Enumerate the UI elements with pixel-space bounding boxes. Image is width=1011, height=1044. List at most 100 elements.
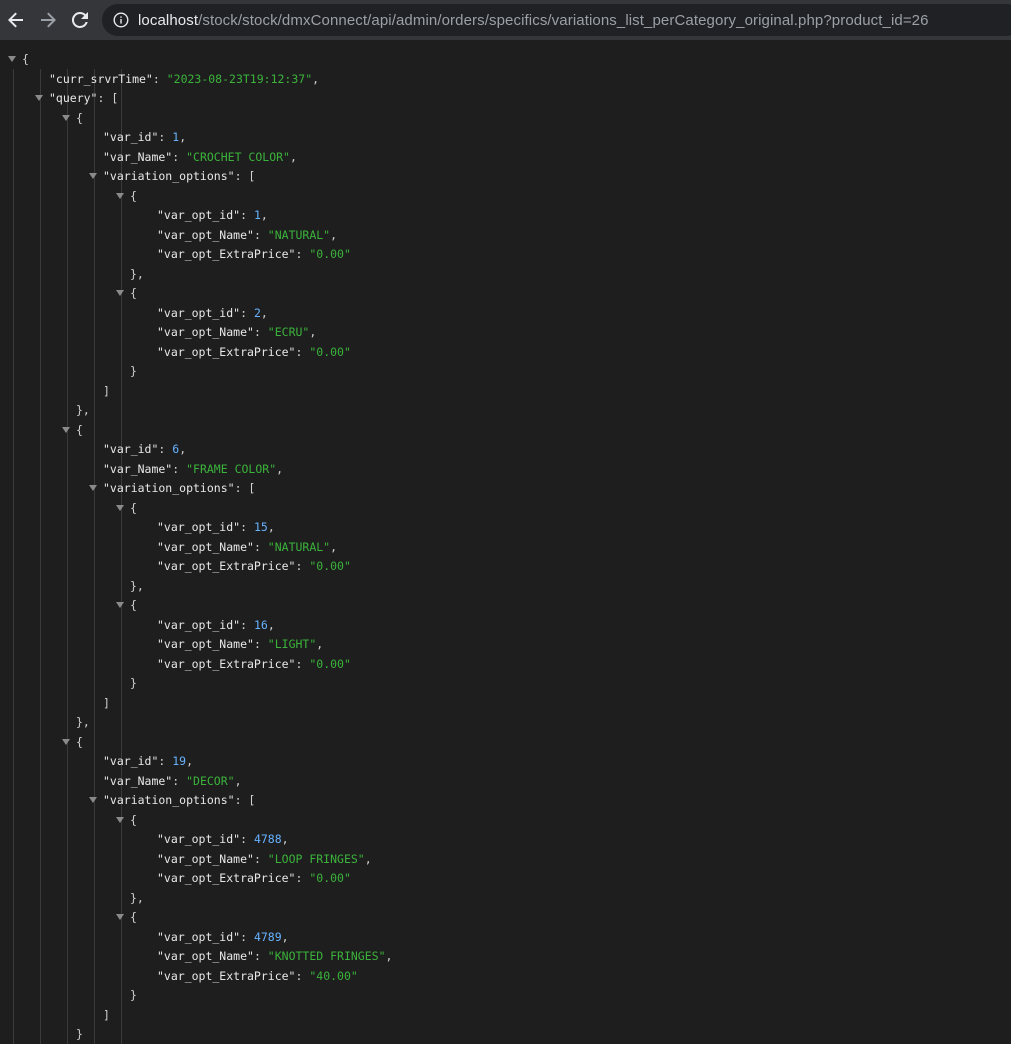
arrow-left-icon [8,12,23,28]
json-key: "var_opt_ExtraPrice" [157,344,296,359]
json-string: "KNOTTED FRINGES" [267,949,386,963]
json-key: "var_opt_ExtraPrice" [157,247,296,261]
json-line: { [130,810,137,830]
json-key: "var_opt_Name" [157,851,254,866]
collapse-toggle-icon[interactable] [8,56,16,62]
json-key: "query" [49,91,98,105]
json-punct: : [152,71,167,86]
json-string: "NATURAL" [267,227,331,242]
collapse-toggle-icon[interactable] [116,192,124,199]
forward-button[interactable] [36,8,60,32]
json-punct: : [ [97,91,119,105]
json-punct: : [172,149,187,164]
json-line: } [76,1024,83,1044]
json-punct: : [253,325,268,339]
json-punct: , [267,520,275,534]
collapse-toggle-icon[interactable] [116,290,124,296]
json-line: } [130,985,137,1005]
json-line: ] [103,1005,110,1025]
json-line: { [76,420,83,440]
json-line: "var_opt_Name": "LIGHT", [157,634,323,654]
json-punct: , [276,461,284,476]
json-key: "var_opt_Name" [157,949,254,963]
json-punct: ] [103,695,110,710]
json-line: "var_opt_Name": "NATURAL", [157,537,337,557]
json-line: } [130,361,137,381]
browser-toolbar: localhost/stock/stock/dmxConnect/api/adm… [0,0,1011,40]
json-viewer: { "curr_srvrTime": "2023-08-23T19:12:37",… [0,40,1011,1044]
json-line: "var_opt_id": 4788, [157,829,289,849]
collapse-toggle-icon[interactable] [35,95,43,101]
url-path: /stock/stock/dmxConnect/api/admin/orders… [198,11,929,29]
collapse-toggle-icon[interactable] [89,797,97,803]
json-punct: { [130,598,137,612]
collapse-toggle-icon[interactable] [89,173,97,179]
json-punct: : [295,871,310,885]
json-line: "curr_srvrTime": "2023-08-23T19:12:37", [49,69,319,89]
address-bar[interactable]: localhost/stock/stock/dmxConnect/api/adm… [102,4,1011,36]
json-punct: : [240,520,254,534]
json-punct: : [172,773,187,788]
json-punct: { [76,422,83,437]
json-punct: : [158,130,173,144]
json-key: "var_opt_id" [157,832,241,846]
json-punct: , [260,208,268,222]
json-line: "variation_options": [ [103,790,255,810]
json-line: { [22,49,29,69]
json-number: 15 [253,520,268,534]
json-punct: } [76,1027,83,1041]
json-string: "CROCHET COLOR" [186,149,290,164]
json-line: "var_opt_Name": "ECRU", [157,322,316,342]
json-punct: : [295,968,310,983]
collapse-toggle-icon[interactable] [116,602,124,608]
json-punct: : [240,208,254,222]
arrow-right-icon [41,12,56,28]
json-number: 2 [253,305,261,320]
collapse-toggle-icon[interactable] [116,504,124,511]
json-line: "var_opt_ExtraPrice": "0.00" [157,556,351,576]
json-key: "var_opt_ExtraPrice" [157,968,296,983]
json-line: { [76,108,83,128]
json-key: "var_opt_id" [157,305,241,320]
json-line: "var_opt_id": 4789, [157,927,289,947]
back-button[interactable] [4,8,28,32]
json-line: "var_Name": "CROCHET COLOR", [103,147,297,167]
json-line: { [130,283,137,303]
json-line: "var_opt_id": 2, [157,303,268,323]
json-punct: : [240,617,254,632]
json-key: "var_id" [103,442,159,456]
json-punct: : [240,929,254,944]
collapse-toggle-icon[interactable] [116,914,124,920]
json-key: "curr_srvrTime" [49,71,153,86]
json-punct: : [240,305,254,320]
collapse-toggle-icon[interactable] [62,738,70,745]
json-line: } [130,673,137,693]
collapse-toggle-icon[interactable] [89,485,97,491]
json-key: "var_opt_Name" [157,325,254,339]
json-line: "var_opt_ExtraPrice": "0.00" [157,244,351,264]
info-icon[interactable] [112,11,130,29]
json-line: "var_opt_Name": "KNOTTED FRINGES", [157,946,392,966]
indent-guide [121,68,122,1044]
json-line: "var_opt_Name": "LOOP FRINGES", [157,849,372,869]
json-punct: ] [103,383,110,398]
json-punct: , [309,325,317,339]
json-key: "var_id" [103,754,159,768]
json-key: "variation_options" [103,169,235,183]
collapse-toggle-icon[interactable] [62,114,70,121]
reload-button[interactable] [68,8,92,32]
collapse-toggle-icon[interactable] [62,426,70,433]
json-punct: : [253,227,268,242]
json-string: "0.00" [309,344,351,359]
indent-guide [13,68,14,1044]
json-punct: , [281,929,289,944]
json-punct: }, [130,578,144,593]
json-string: "0.00" [309,656,351,671]
json-string: "FRAME COLOR" [186,461,277,476]
url-text: localhost/stock/stock/dmxConnect/api/adm… [138,12,929,29]
json-line: }, [76,400,90,420]
json-punct: { [76,734,83,749]
json-punct: }, [130,266,144,281]
indent-guide [40,68,41,1044]
collapse-toggle-icon[interactable] [116,816,124,823]
